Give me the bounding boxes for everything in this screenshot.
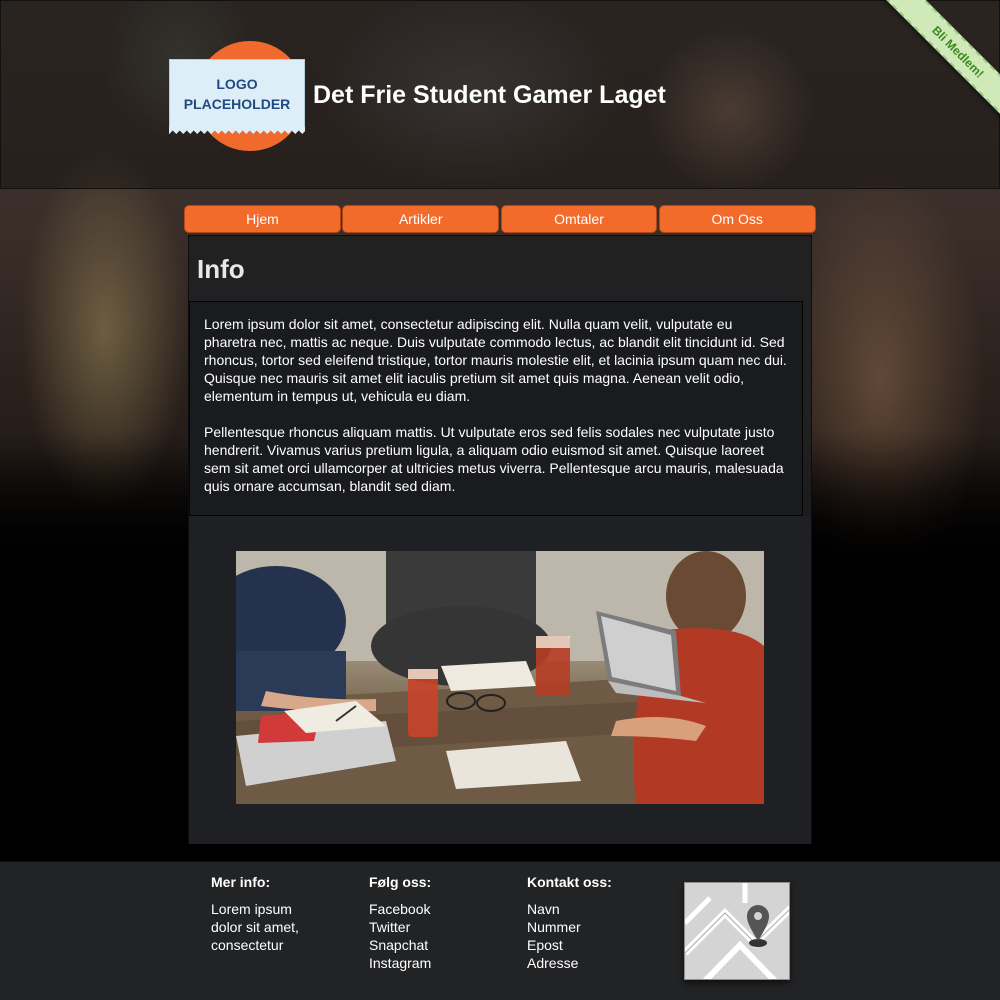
footer-link-snapchat[interactable]: Snapchat <box>369 936 431 954</box>
logo-text: LOGO PLACEHOLDER <box>183 76 291 112</box>
logo[interactable]: LOGO PLACEHOLDER <box>169 41 309 153</box>
students-photo-art <box>236 551 764 804</box>
map-thumbnail[interactable] <box>684 882 790 980</box>
footer-contact-address: Adresse <box>527 955 579 971</box>
footer-contact-email: Epost <box>527 937 563 953</box>
main-nav: Hjem Artikler Omtaler Om Oss <box>184 205 817 233</box>
students-photo <box>236 551 764 804</box>
footer-info-column: Mer info: Lorem ipsum dolor sit amet, co… <box>211 874 299 954</box>
info-text-box: Lorem ipsum dolor sit amet, consectetur … <box>189 301 803 516</box>
site-header: LOGO PLACEHOLDER Det Frie Student Gamer … <box>0 0 1000 189</box>
footer-contact-heading: Kontakt oss: <box>527 874 612 890</box>
page-title: Info <box>197 254 245 284</box>
nav-item-hjem[interactable]: Hjem <box>184 205 341 233</box>
nav-item-om-oss[interactable]: Om Oss <box>658 205 816 233</box>
logo-card-edge <box>169 127 305 134</box>
nav-item-artikler[interactable]: Artikler <box>342 205 500 233</box>
footer-info-line: consectetur <box>211 937 284 953</box>
info-paragraph: Lorem ipsum dolor sit amet, consectetur … <box>204 316 787 404</box>
site-footer: Mer info: Lorem ipsum dolor sit amet, co… <box>0 861 1000 1000</box>
logo-card: LOGO PLACEHOLDER <box>169 59 305 129</box>
footer-link-twitter[interactable]: Twitter <box>369 918 431 936</box>
footer-link-instagram[interactable]: Instagram <box>369 954 431 972</box>
footer-info-heading: Mer info: <box>211 874 271 890</box>
site-title: Det Frie Student Gamer Laget <box>313 81 666 109</box>
nav-item-omtaler[interactable]: Omtaler <box>500 205 658 233</box>
footer-contact-name: Navn <box>527 901 560 917</box>
footer-follow-column: Følg oss: Facebook Twitter Snapchat Inst… <box>369 874 431 972</box>
footer-link-facebook[interactable]: Facebook <box>369 900 431 918</box>
footer-info-line: dolor sit amet, <box>211 919 299 935</box>
footer-contact-column: Kontakt oss: Navn Nummer Epost Adresse <box>527 874 612 972</box>
footer-info-line: Lorem ipsum <box>211 901 292 917</box>
map-pin-icon <box>685 883 789 979</box>
footer-contact-number: Nummer <box>527 919 581 935</box>
main-content: Info Lorem ipsum dolor sit amet, consect… <box>188 235 812 844</box>
info-paragraph: Pellentesque rhoncus aliquam mattis. Ut … <box>204 424 784 494</box>
footer-follow-heading: Følg oss: <box>369 874 432 890</box>
